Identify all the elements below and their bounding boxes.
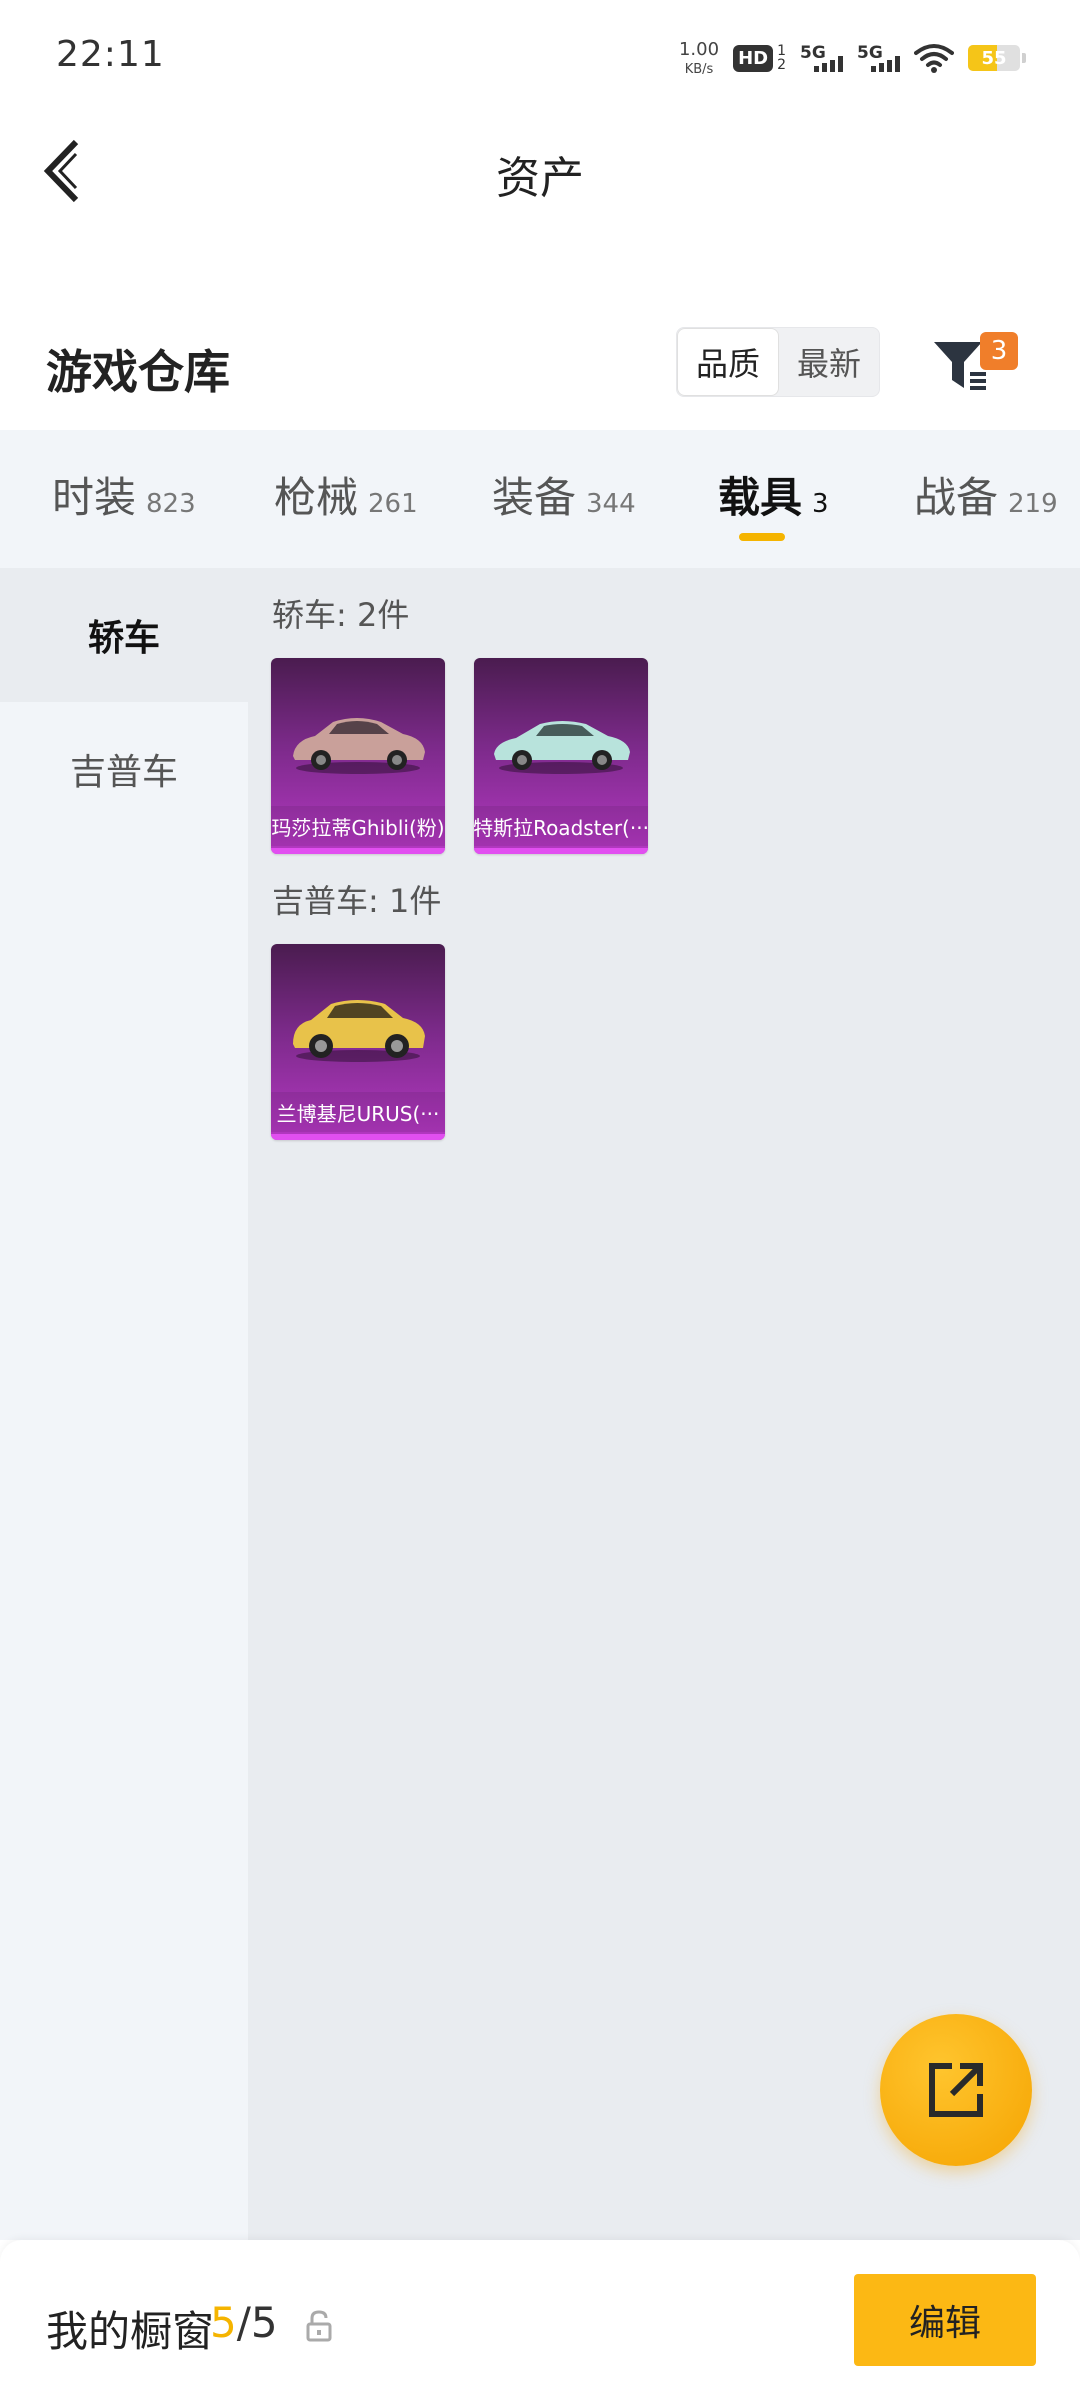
subcategory-sidebar: 轿车 吉普车 [0, 568, 248, 2240]
status-time: 22:11 [56, 34, 165, 75]
tab-fashion[interactable]: 时装 823 [52, 464, 196, 525]
filter-button[interactable]: 3 [932, 320, 1018, 400]
tab-equipment[interactable]: 装备 344 [492, 464, 636, 525]
lock-icon [306, 2310, 332, 2342]
hd-sub-top: 1 [777, 43, 786, 59]
battery-tip [1022, 53, 1026, 63]
car-image [293, 718, 425, 774]
tab-label: 战备 [914, 473, 999, 522]
item-name: 玛莎拉蒂Ghibli(粉) [271, 806, 445, 846]
warehouse-title: 游戏仓库 [46, 345, 230, 399]
signal-sim1-icon: 5G [800, 44, 843, 72]
section-label-jeep: 吉普车: 1件 [272, 882, 442, 920]
tab-count: 344 [586, 489, 636, 519]
battery-level: 55 [981, 47, 1007, 69]
hd-sub-bottom: 2 [777, 57, 786, 73]
hd-voice-icon: HD [733, 44, 774, 72]
warehouse-header: 游戏仓库 品质 最新 3 [0, 300, 1080, 430]
item-card[interactable]: 玛莎拉蒂Ghibli(粉) [271, 658, 445, 854]
wifi-icon [914, 44, 954, 73]
window-count-total: /5 [236, 2298, 278, 2347]
network-speed: 1.00 KB/s [678, 38, 720, 77]
item-grid: 轿车: 2件 玛莎拉蒂Ghibli(粉) 特斯拉Roadster(··· 吉普车… [248, 568, 1080, 2240]
sort-quality-button[interactable]: 品质 [677, 328, 779, 396]
share-fab-button[interactable] [880, 2014, 1032, 2166]
car-image [293, 1000, 425, 1062]
sidebar-item-sedan[interactable]: 轿车 [0, 568, 248, 702]
window-count: 5/5 [210, 2298, 278, 2347]
car-image [494, 721, 630, 774]
item-name: 特斯拉Roadster(··· [474, 806, 648, 846]
app-header: 资产 [0, 110, 1080, 230]
window-count-current: 5 [210, 2298, 237, 2347]
sidebar-item-jeep[interactable]: 吉普车 [0, 702, 248, 836]
sort-latest-button[interactable]: 最新 [779, 328, 879, 396]
section-label-sedan: 轿车: 2件 [272, 596, 410, 634]
sort-toggle: 品质 最新 [676, 327, 880, 397]
page-title: 资产 [496, 153, 584, 204]
my-window-label: 我的橱窗 [46, 2307, 215, 2356]
tab-label: 时装 [52, 473, 137, 522]
network-speed-value: 1.00 [678, 38, 720, 60]
tab-label: 装备 [492, 473, 577, 522]
share-external-icon [929, 2063, 983, 2117]
category-tabs: 时装 823 枪械 261 装备 344 载具 3 战备 219 [0, 430, 1080, 568]
signal-sim2-icon: 5G [857, 44, 900, 72]
tab-vehicles[interactable]: 载具 3 [718, 464, 829, 525]
status-icons: 1.00 KB/s HD 1 2 5G 5G 55 [679, 30, 1026, 86]
tab-firearms[interactable]: 枪械 261 [274, 464, 418, 525]
network-speed-unit: KB/s [684, 61, 714, 77]
tab-label: 枪械 [274, 473, 359, 522]
tab-count: 823 [146, 489, 196, 519]
filter-count-badge: 3 [980, 332, 1018, 370]
tab-count: 3 [812, 489, 829, 519]
tab-label: 载具 [718, 473, 803, 522]
item-card[interactable]: 兰博基尼URUS(··· [271, 944, 445, 1140]
bottom-bar: 我的橱窗 5/5 编辑 [0, 2240, 1080, 2400]
item-name: 兰博基尼URUS(··· [271, 1092, 445, 1132]
tab-count: 261 [368, 489, 418, 519]
battery-icon: 55 [968, 45, 1020, 71]
tab-count: 219 [1008, 489, 1058, 519]
status-bar: 22:11 1.00 KB/s HD 1 2 5G 5G 55 [0, 0, 1080, 110]
edit-button[interactable]: 编辑 [854, 2274, 1036, 2366]
hd-voice-sub: 1 2 [777, 44, 786, 72]
item-card[interactable]: 特斯拉Roadster(··· [474, 658, 648, 854]
active-tab-indicator [739, 533, 785, 541]
tab-battle-gear[interactable]: 战备 219 [914, 464, 1058, 525]
